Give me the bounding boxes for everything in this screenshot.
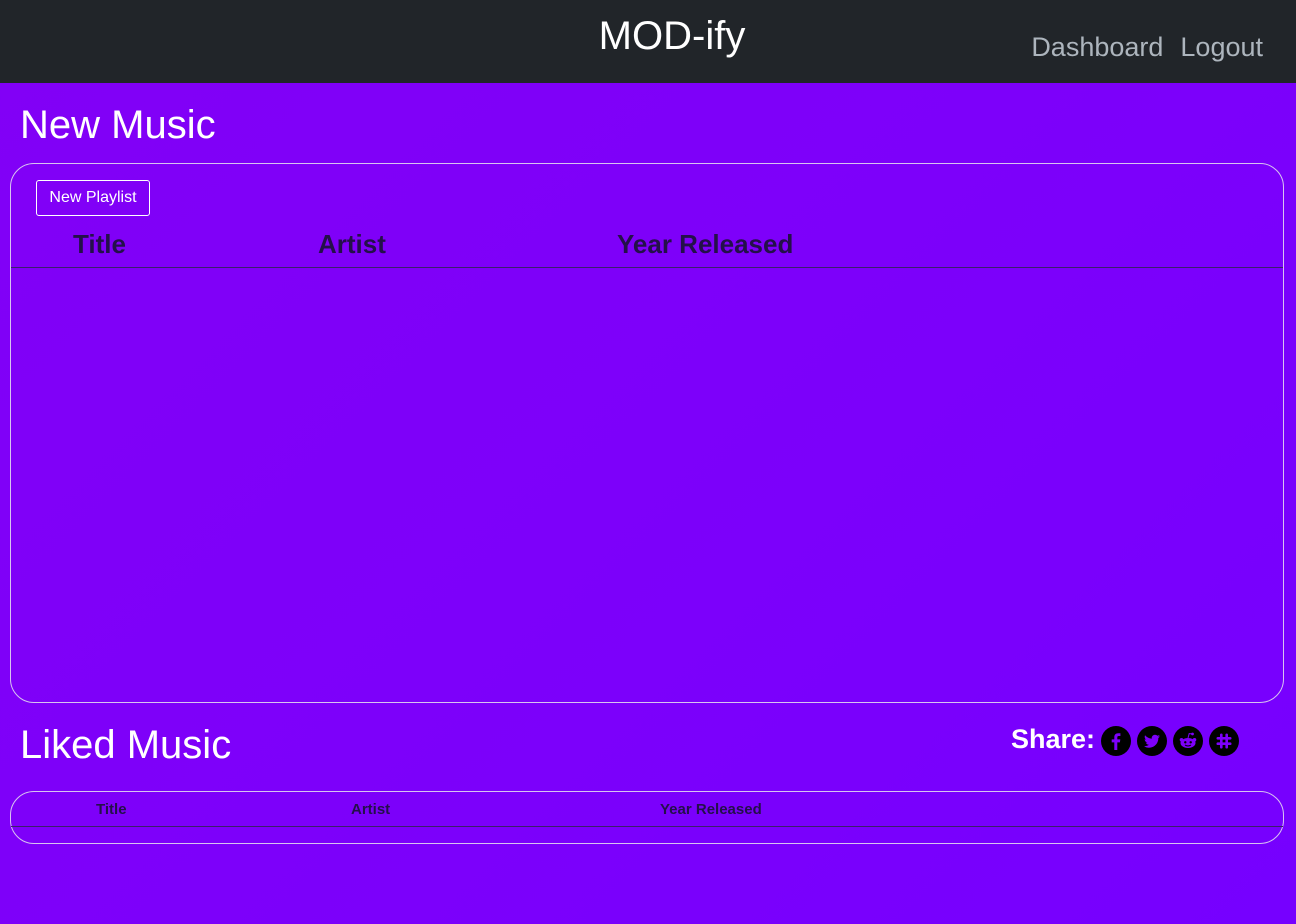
nav-links: Dashboard Logout [1031,30,1263,64]
column-header-title: Title [73,229,126,259]
column-header-year-released: Year Released [617,229,794,259]
twitter-icon[interactable] [1137,726,1168,756]
navbar: MOD-ify Dashboard Logout [0,0,1296,83]
share-bar: Share: [1011,722,1245,756]
reddit-icon[interactable] [1173,726,1204,756]
share-label: Share: [1011,724,1096,754]
table-header-divider [11,267,1283,268]
table-header-divider [11,826,1283,827]
new-music-heading: New Music [20,103,216,147]
liked-music-table: Title Artist Year Released [10,791,1284,844]
column-header-year-released: Year Released [660,801,762,818]
new-playlist-button[interactable]: New Playlist [36,180,150,216]
nav-logout-link[interactable]: Logout [1180,30,1263,64]
column-header-artist: Artist [351,801,391,818]
slack-icon[interactable] [1209,726,1240,756]
nav-dashboard-link[interactable]: Dashboard [1031,30,1163,64]
liked-music-heading: Liked Music [20,723,232,767]
new-music-table: New Playlist Title Artist Year Released [10,163,1284,703]
column-header-artist: Artist [318,229,386,259]
facebook-icon[interactable] [1101,726,1132,756]
column-header-title: Title [96,801,127,818]
